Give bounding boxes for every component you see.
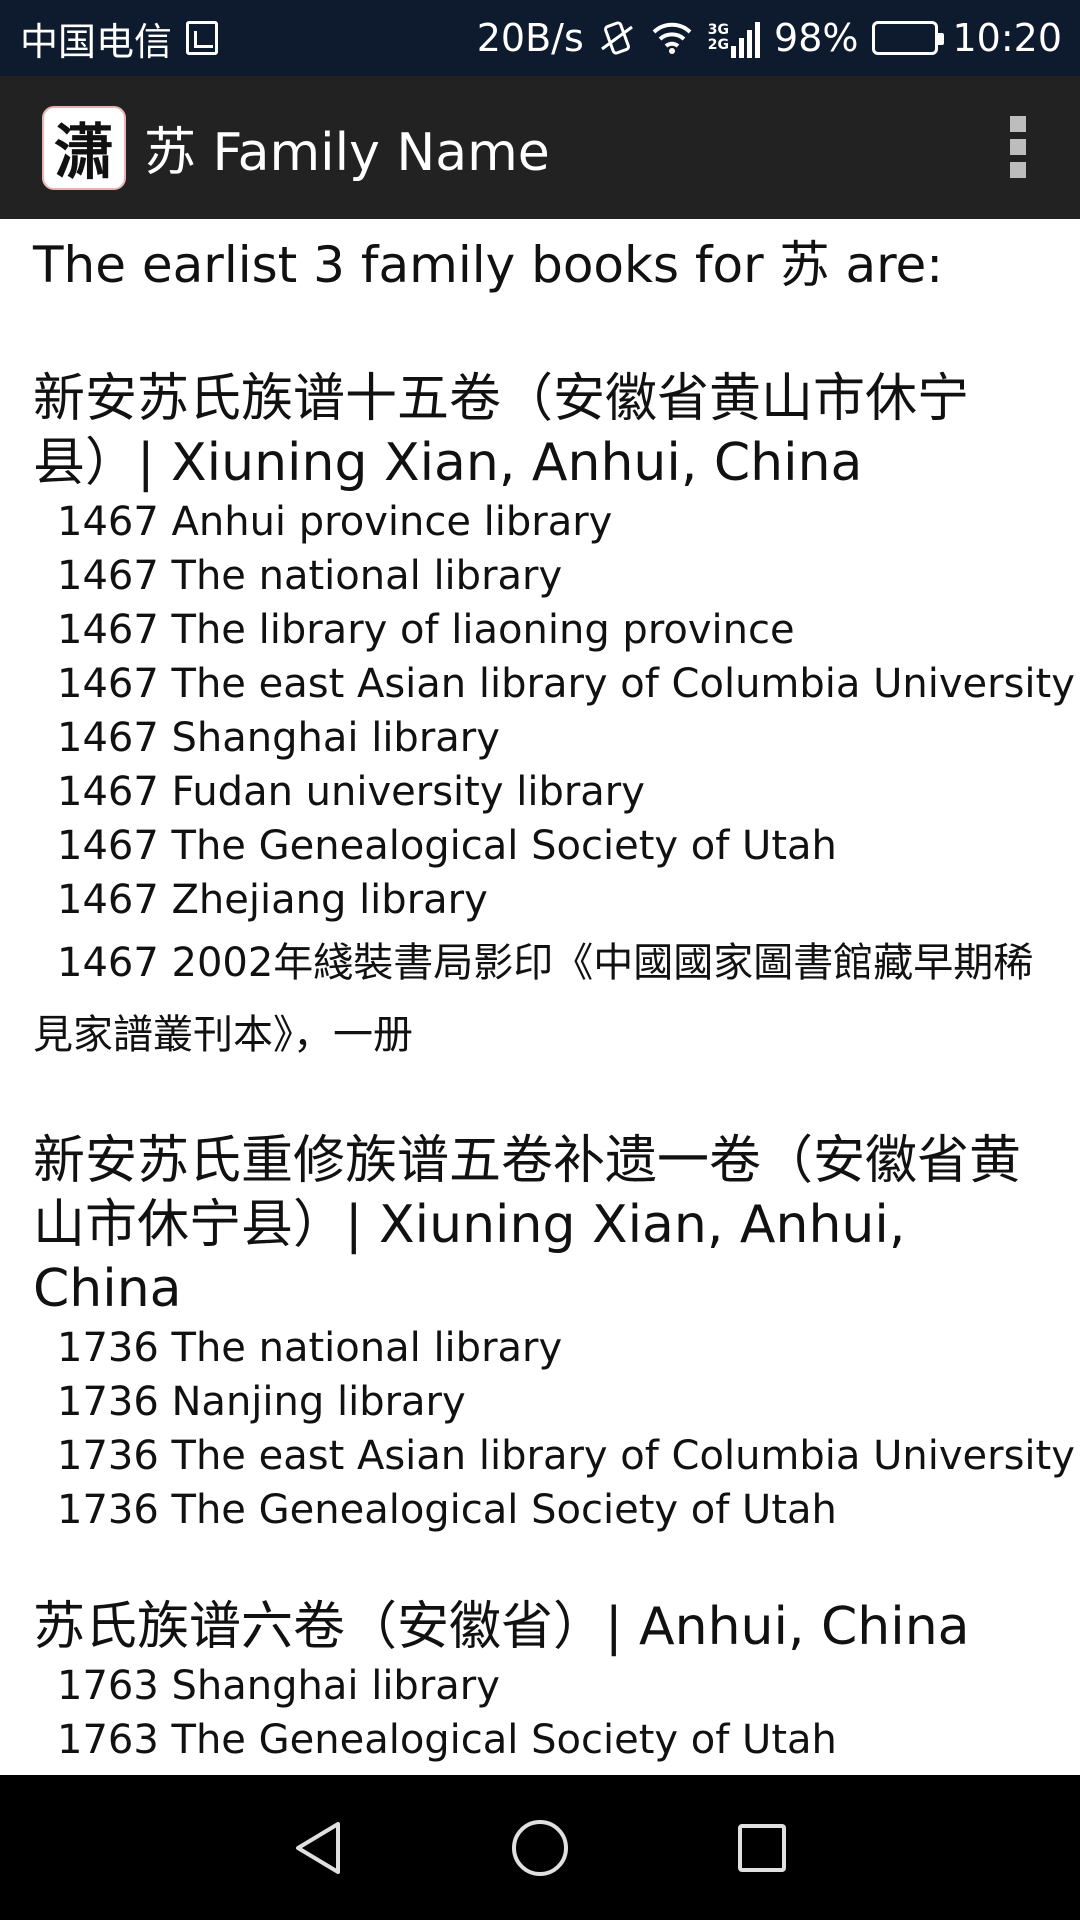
screen: 中国电信 20B/s 3G 2G 98% 10:20 潇 苏 Family Na…: [0, 0, 1080, 1920]
book-title: 新安苏氏重修族谱五卷补遗一卷（安徽省黄山市休宁县）| Xiuning Xian,…: [33, 1131, 1022, 1319]
vibrate-icon: [600, 21, 633, 55]
network-type-top: 3G: [707, 22, 730, 38]
holding-item: 1467 The library of liaoning province: [57, 607, 795, 653]
holding-item: 1467 The national library: [57, 553, 563, 599]
app-logo: 潇: [42, 105, 126, 190]
back-icon[interactable]: [282, 1812, 354, 1884]
carrier-label: 中国电信: [20, 19, 173, 64]
navigation-bar: [0, 1775, 1080, 1920]
holding-item: 1736 The Genealogical Society of Utah: [57, 1487, 837, 1533]
content-scroll[interactable]: The earlist 3 family books for 苏 are: 新安…: [0, 219, 1080, 1775]
holding-item: 1736 Nanjing library: [57, 1379, 466, 1425]
network-type: 3G 2G: [708, 23, 729, 53]
holding-item: 1763 Shanghai library: [57, 1663, 500, 1709]
holding-item: 1467 Fudan university library: [57, 769, 645, 815]
status-left: 中国电信: [20, 11, 219, 66]
book-title: 苏氏族谱六卷（安徽省）| Anhui, China: [33, 1597, 970, 1657]
wifi-icon: [652, 22, 692, 54]
intro-text: The earlist 3 family books for 苏 are:: [33, 236, 944, 294]
clock: 10:20: [952, 16, 1062, 60]
network-type-bottom: 2G: [707, 37, 730, 53]
holding-item: 1467 The Genealogical Society of Utah: [57, 823, 837, 869]
sim-icon: [186, 21, 219, 55]
holding-item: 1467 Anhui province library: [57, 499, 613, 545]
holding-item: 1736 The east Asian library of Columbia …: [57, 1433, 1075, 1479]
status-right: 20B/s 3G 2G 98% 10:20: [477, 16, 1062, 60]
status-bar: 中国电信 20B/s 3G 2G 98% 10:20: [0, 0, 1080, 76]
home-icon[interactable]: [504, 1812, 576, 1884]
holding-item: 1467 Shanghai library: [57, 715, 500, 761]
battery-icon: [872, 21, 945, 55]
holding-item: 1736 The national library: [57, 1325, 563, 1371]
book-title: 新安苏氏族谱十五卷（安徽省黄山市休宁县）| Xiuning Xian, Anhu…: [33, 369, 970, 493]
app-bar: 潇 苏 Family Name: [0, 76, 1080, 219]
family-book: 新安苏氏族谱十五卷（安徽省黄山市休宁县）| Xiuning Xian, Anhu…: [33, 367, 1075, 1071]
cellular-indicator: 3G 2G: [708, 18, 761, 58]
holding-item: 1467 2002年綫裝書局影印《中國國家圖書館藏早期稀見家譜叢刊本》，一册: [33, 940, 1034, 1058]
app-title: 苏 Family Name: [144, 123, 550, 183]
signal-icon: [731, 18, 761, 58]
battery-percent: 98%: [774, 16, 859, 60]
overflow-menu-icon[interactable]: [1008, 116, 1028, 178]
holding-item: 1763 The Genealogical Society of Utah: [57, 1717, 837, 1763]
holding-item: 1467 Zhejiang library: [57, 877, 488, 923]
recents-icon[interactable]: [726, 1812, 798, 1884]
holding-item: 1467 The east Asian library of Columbia …: [57, 661, 1075, 707]
family-book: 苏氏族谱六卷（安徽省）| Anhui, China 1763 Shanghai …: [33, 1595, 1060, 1767]
family-book: 新安苏氏重修族谱五卷补遗一卷（安徽省黄山市休宁县）| Xiuning Xian,…: [33, 1129, 1075, 1537]
network-speed: 20B/s: [476, 16, 584, 60]
